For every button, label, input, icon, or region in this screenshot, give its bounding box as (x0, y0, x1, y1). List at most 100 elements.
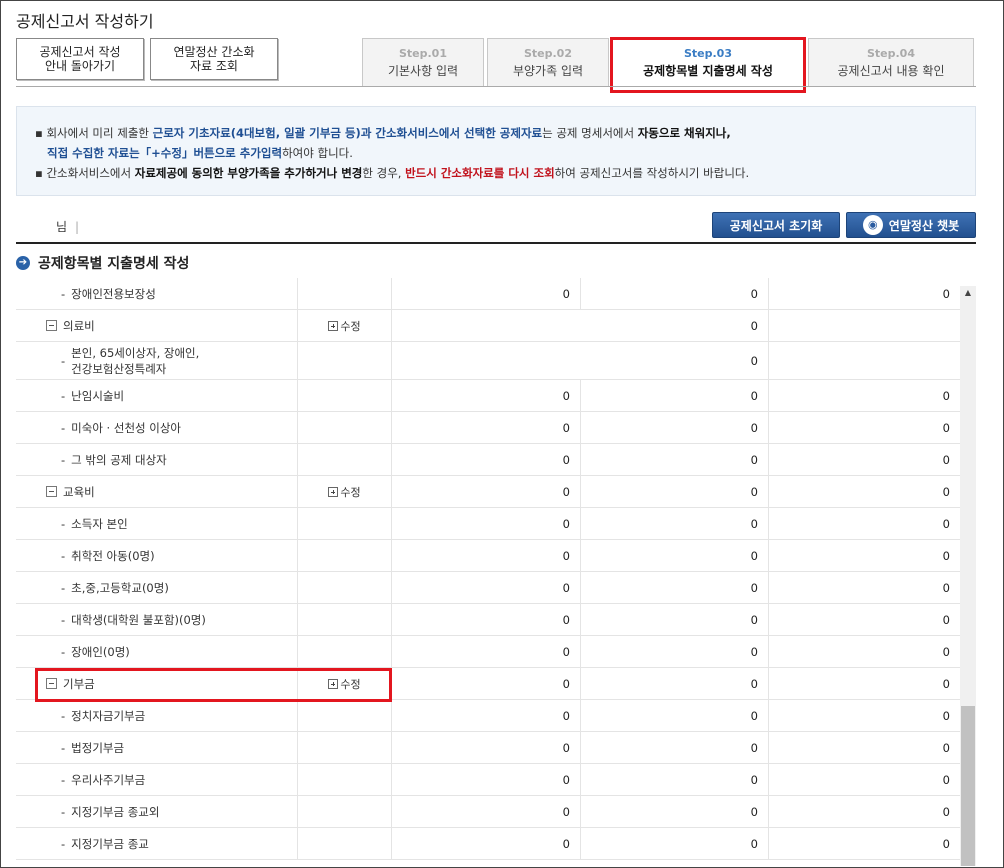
amount-value: 0 (942, 548, 950, 563)
value-cell-v2: 0 (581, 732, 769, 763)
value-cell-v3: 0 (769, 540, 960, 571)
value-cell-v3: 0 (769, 604, 960, 635)
value-cell-v2: 0 (581, 540, 769, 571)
value-cell-v1: 0 (392, 764, 581, 795)
row-label-multiline: 본인, 65세이상자, 장애인, 건강보험산정특례자 (71, 345, 199, 377)
value-cell-v1: 0 (392, 508, 581, 539)
step-label: 기본사항 입력 (387, 64, 459, 78)
edit-cell (298, 636, 392, 667)
table-row: - 미숙아 · 선천성 이상아 0 0 0 (16, 412, 960, 444)
sub-item-dash: - (61, 286, 66, 301)
row-label: 장애인(0명) (71, 644, 130, 659)
sub-item-dash: - (61, 548, 66, 563)
value-cell-v2: 0 (581, 380, 769, 411)
amount-value: 0 (942, 420, 950, 435)
collapse-minus-icon[interactable] (46, 320, 57, 331)
arrow-right-circle-icon: ➔ (16, 256, 30, 270)
sub-item-dash: - (61, 516, 66, 531)
scroll-thumb[interactable] (961, 706, 975, 866)
info-text-blue: 근로자 기초자료(4대보험, 일괄 기부금 등)과 간소화서비스에서 선택한 공… (152, 126, 543, 140)
row-label: 소득자 본인 (71, 516, 128, 531)
edit-cell (298, 764, 392, 795)
amount-value: 0 (562, 836, 570, 851)
section-title: ➔ 공제항목별 지출명세 작성 (16, 253, 189, 273)
table-row: - 취학전 아동(0명) 0 0 0 (16, 540, 960, 572)
amount-value: 0 (562, 580, 570, 595)
row-label-cell: -그 밖의 공제 대상자 (16, 444, 298, 475)
table-row: - 우리사주기부금 0 0 0 (16, 764, 960, 796)
value-cell-v1: 0 (392, 540, 581, 571)
step-num: Step.01 (398, 47, 447, 60)
tab-step-01[interactable]: Step.01 기본사항 입력 (362, 38, 484, 86)
value-cell-v3: 0 (769, 508, 960, 539)
row-label: 난임시술비 (71, 388, 125, 403)
edit-cell (298, 732, 392, 763)
row-label-cell: - 장애인(0명) (16, 636, 298, 667)
chatbot-button[interactable]: ◉ 연말정산 챗봇 (846, 212, 976, 238)
row-label-cell: - 미숙아 · 선천성 이상아 (16, 412, 298, 443)
sub-item-dash: - (61, 804, 66, 819)
amount-value: 0 (750, 676, 758, 691)
table-group-row: 의료비 수정 0 (16, 310, 960, 342)
value-cell-v2: 0 (581, 668, 769, 699)
vertical-scrollbar[interactable]: ▲ (960, 286, 976, 866)
edit-plus-button[interactable]: 수정 (328, 318, 361, 334)
sub-item-dash: - (61, 388, 66, 403)
section-title-text: 공제항목별 지출명세 작성 (38, 256, 190, 272)
tab-step-03[interactable]: Step.03 공제항목별 지출명세 작성 (612, 38, 804, 86)
back-button-line2: 안내 돌아가기 (44, 59, 116, 73)
user-separator: | (75, 220, 80, 234)
value-cell-v3 (769, 310, 960, 341)
tab-step-04[interactable]: Step.04 공제신고서 내용 확인 (808, 38, 974, 86)
reset-declaration-button[interactable]: 공제신고서 초기화 (712, 212, 840, 238)
amount-value: 0 (942, 516, 950, 531)
table-row: - 장애인(0명) 0 0 0 (16, 636, 960, 668)
amount-value: 0 (562, 676, 570, 691)
collapse-minus-icon[interactable] (46, 678, 57, 689)
row-label: 미숙아 · 선천성 이상아 (71, 420, 181, 435)
value-cell-v1: 0 (392, 700, 581, 731)
value-cell-v3: 0 (769, 764, 960, 795)
amount-value: 0 (562, 388, 570, 403)
table-row: - 장애인전용보장성 0 0 0 (16, 278, 960, 310)
page-title: 공제신고서 작성하기 (16, 12, 154, 31)
edit-plus-button[interactable]: 수정 (328, 484, 361, 500)
edit-plus-button[interactable]: 수정 (328, 676, 361, 692)
value-cell-v3: 0 (769, 412, 960, 443)
sub-item-dash: - (61, 580, 66, 595)
simplified-data-lookup-button[interactable]: 연말정산 간소화 자료 조회 (150, 38, 278, 80)
plus-icon (328, 486, 339, 497)
back-to-guide-button[interactable]: 공제신고서 작성 안내 돌아가기 (16, 38, 144, 80)
value-cell-v2: 0 (581, 764, 769, 795)
info-text: 한 경우, (362, 166, 406, 180)
amount-value: 0 (942, 644, 950, 659)
scroll-up-arrow-icon[interactable]: ▲ (960, 286, 976, 300)
value-cell-v2: 0 (581, 572, 769, 603)
tab-step-02[interactable]: Step.02 부양가족 입력 (487, 38, 609, 86)
row-label-cell: 교육비 (16, 476, 298, 507)
amount-value: 0 (562, 420, 570, 435)
edit-cell (298, 412, 392, 443)
amount-value: 0 (750, 740, 758, 755)
table-group-row: 기부금 수정 0 0 0 (16, 668, 960, 700)
edit-cell (298, 796, 392, 827)
table-group-row: 교육비 수정 0 0 0 (16, 476, 960, 508)
amount-value: 0 (750, 804, 758, 819)
amount-value: 0 (750, 644, 758, 659)
value-cell-v2: 0 (581, 796, 769, 827)
row-label: 본인, 65세이상자, 장애인, (71, 345, 200, 360)
info-line-3: ▪ 간소화서비스에서 자료제공에 동의한 부양가족을 추가하거나 변경한 경우,… (35, 163, 957, 183)
amount-value: 0 (750, 516, 758, 531)
amount-value: 0 (562, 452, 570, 467)
table-row: - 난임시술비 0 0 0 (16, 380, 960, 412)
amount-value: 0 (750, 318, 758, 333)
value-cell-v2: 0 (581, 412, 769, 443)
row-label: 법정기부금 (71, 740, 125, 755)
collapse-minus-icon[interactable] (46, 486, 57, 497)
edit-cell (298, 604, 392, 635)
edit-label: 수정 (340, 319, 361, 333)
info-notice-box: ▪ 회사에서 미리 제출한 근로자 기초자료(4대보험, 일괄 기부금 등)과 … (16, 106, 976, 196)
chatbot-icon: ◉ (862, 215, 883, 235)
info-text-blue: 직접 수집한 자료는「+수정」버튼으로 추가입력 (47, 146, 283, 160)
value-cell-v2: 0 (581, 476, 769, 507)
